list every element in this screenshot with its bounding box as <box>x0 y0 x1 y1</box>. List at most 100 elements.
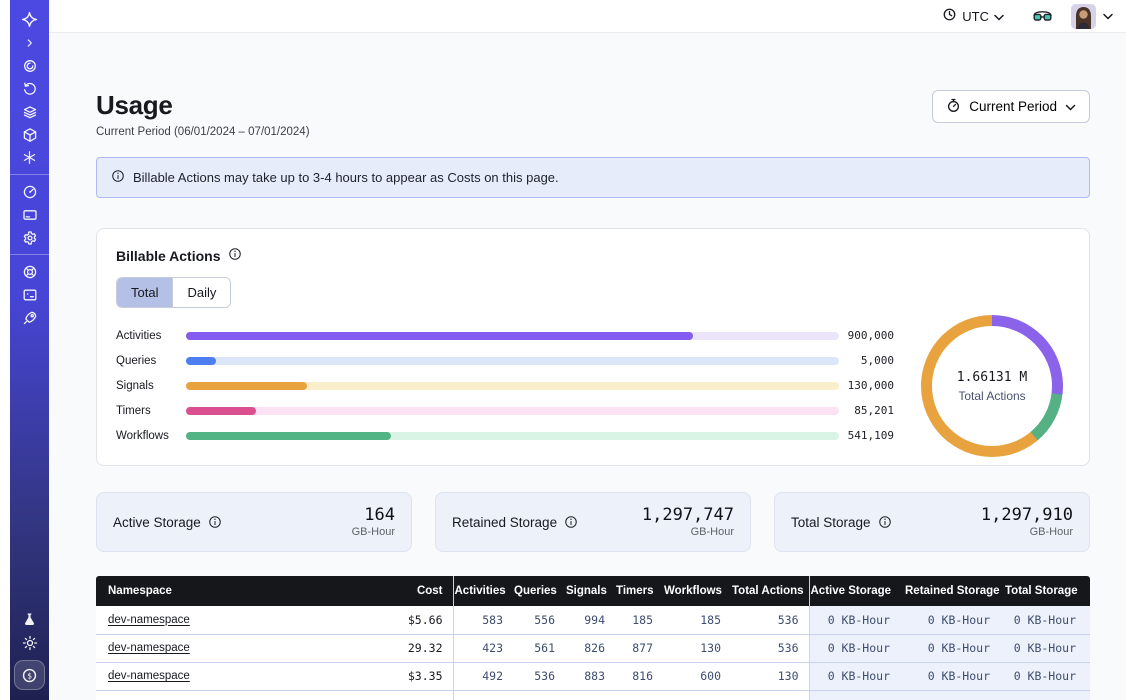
cell-cost: $5.66 <box>393 606 453 634</box>
info-icon[interactable] <box>878 515 892 529</box>
chart-row-signals: Signals130,000 <box>116 373 894 398</box>
chart-bar-fill <box>186 382 307 390</box>
temporal-logo-icon <box>21 11 38 28</box>
sidebar-item-history[interactable] <box>10 77 49 100</box>
sidebar-item-layers[interactable] <box>10 100 49 123</box>
user-avatar <box>1071 4 1096 29</box>
dollar-coin-icon: $ <box>21 667 38 684</box>
storage-card-label: Retained Storage <box>452 515 578 530</box>
cell-queries: 536 <box>513 662 565 690</box>
svg-text:$: $ <box>27 671 32 680</box>
chart-category-label: Activities <box>116 330 186 342</box>
sidebar-item-cube[interactable] <box>10 123 49 146</box>
period-button-label: Current Period <box>969 99 1057 114</box>
user-menu[interactable] <box>1071 4 1113 29</box>
info-icon <box>111 169 125 186</box>
sidebar-item-gear[interactable] <box>10 226 49 249</box>
history-icon <box>22 81 38 97</box>
cell-signals: 883 <box>565 662 615 690</box>
chart-bar-fill <box>186 407 256 415</box>
namespace-link[interactable]: dev-namespace <box>108 670 190 682</box>
tab-total[interactable]: Total <box>117 278 172 307</box>
chart-bar-fill <box>186 432 391 440</box>
cell-cost: 29.32 <box>393 634 453 662</box>
sidebar-item-swirl[interactable] <box>10 54 49 77</box>
chart-category-label: Queries <box>116 355 186 367</box>
column-header-cost: Cost <box>393 576 453 606</box>
cell-total_storage: 0 KB-Hour <box>1004 662 1090 690</box>
chart-row-timers: Timers 85,201 <box>116 398 894 423</box>
timezone-label: UTC <box>962 9 989 24</box>
sun-icon <box>22 635 38 651</box>
chart-category-label: Timers <box>116 405 186 417</box>
cell-workflows <box>663 690 731 700</box>
chart-bar-value: 900,000 <box>839 329 894 342</box>
period-selector-button[interactable]: Current Period <box>932 90 1090 123</box>
billable-actions-title-text: Billable Actions <box>116 248 221 264</box>
billable-actions-bar-chart: Activities 900,000 Queries 5,000 Signals130,… <box>116 323 894 448</box>
chart-bar-track <box>186 407 839 415</box>
stopwatch-icon <box>946 98 961 116</box>
table-row: dev-namespace$5.665835569941851855360 KB… <box>96 606 1090 634</box>
chart-bar-value: 85,201 <box>839 404 894 417</box>
cell-workflows: 130 <box>663 634 731 662</box>
sidebar-item-dollar-coin[interactable]: $ <box>14 660 45 690</box>
sidebar-item-rocket[interactable] <box>10 306 49 329</box>
cell-activities: 583 <box>453 606 513 634</box>
timezone-selector[interactable]: UTC <box>942 7 1004 25</box>
asterisk-icon <box>22 150 37 165</box>
info-icon[interactable] <box>228 247 242 264</box>
sidebar-item-flask[interactable] <box>10 608 49 631</box>
table-row: dev-namespace$3.354925368838166001300 KB… <box>96 662 1090 690</box>
cell-queries <box>513 690 565 700</box>
storage-card-value: 1,297,910GB-Hour <box>981 506 1073 538</box>
cell-namespace: dev-namespace <box>96 662 393 690</box>
donut-center: 1.66131 M Total Actions <box>932 326 1052 446</box>
goggles-icon[interactable] <box>1032 10 1053 23</box>
cell-total_actions: 130 <box>731 662 809 690</box>
rocket-icon <box>22 310 38 326</box>
column-header-active_storage: Active Storage <box>809 576 904 606</box>
cell-cost <box>393 690 453 700</box>
page-subtitle: Current Period (06/01/2024 – 07/01/2024) <box>96 126 1090 138</box>
info-icon[interactable] <box>564 515 578 529</box>
storage-card-active-storage: Active Storage164GB-Hour <box>96 492 412 552</box>
chart-row-workflows: Workflows541,109 <box>116 423 894 448</box>
chart-bar-value: 541,109 <box>839 429 894 442</box>
sidebar-item-temporal-logo[interactable] <box>10 8 49 31</box>
chart-bar-value: 5,000 <box>839 354 894 367</box>
namespace-link[interactable]: dev-namespace <box>108 614 190 626</box>
storage-card-label: Active Storage <box>113 515 222 530</box>
main-content: Usage Current Period (06/01/2024 – 07/01… <box>49 33 1126 700</box>
column-header-queries: Queries <box>513 576 565 606</box>
cell-timers: 877 <box>615 634 663 662</box>
cell-timers: 816 <box>615 662 663 690</box>
info-icon[interactable] <box>208 515 222 529</box>
cell-active_storage: 0 KB-Hour <box>809 662 904 690</box>
sidebar-item-credit-card[interactable] <box>10 203 49 226</box>
tab-daily[interactable]: Daily <box>172 278 230 307</box>
sidebar-item-lifebuoy[interactable] <box>10 260 49 283</box>
column-header-retained_storage: Retained Storage <box>904 576 1004 606</box>
sidebar-divider <box>10 174 49 175</box>
cell-signals: 994 <box>565 606 615 634</box>
chart-bar-track <box>186 382 839 390</box>
sidebar-item-monitor[interactable] <box>10 283 49 306</box>
sidebar-item-asterisk[interactable] <box>10 146 49 169</box>
sidebar-item-chevron-right[interactable] <box>10 31 49 54</box>
column-header-activities: Activities <box>453 576 513 606</box>
column-header-total_storage: Total Storage <box>1004 576 1090 606</box>
namespace-usage-table: NamespaceCostActivitiesQueriesSignalsTim… <box>96 576 1090 700</box>
cell-namespace <box>96 690 393 700</box>
cell-active_storage: 0 KB-Hour <box>809 634 904 662</box>
storage-card-label: Total Storage <box>791 515 892 530</box>
cell-active_storage: 0 KB-Hour <box>809 606 904 634</box>
cell-namespace: dev-namespace <box>96 634 393 662</box>
cell-total_storage: 0 KB-Hour <box>1004 606 1090 634</box>
sidebar-item-gauge[interactable] <box>10 180 49 203</box>
sidebar-item-sun[interactable] <box>10 631 49 654</box>
sidebar: $ <box>10 0 49 700</box>
chart-row-queries: Queries 5,000 <box>116 348 894 373</box>
chart-bar-fill <box>186 332 693 340</box>
namespace-link[interactable]: dev-namespace <box>108 642 190 654</box>
